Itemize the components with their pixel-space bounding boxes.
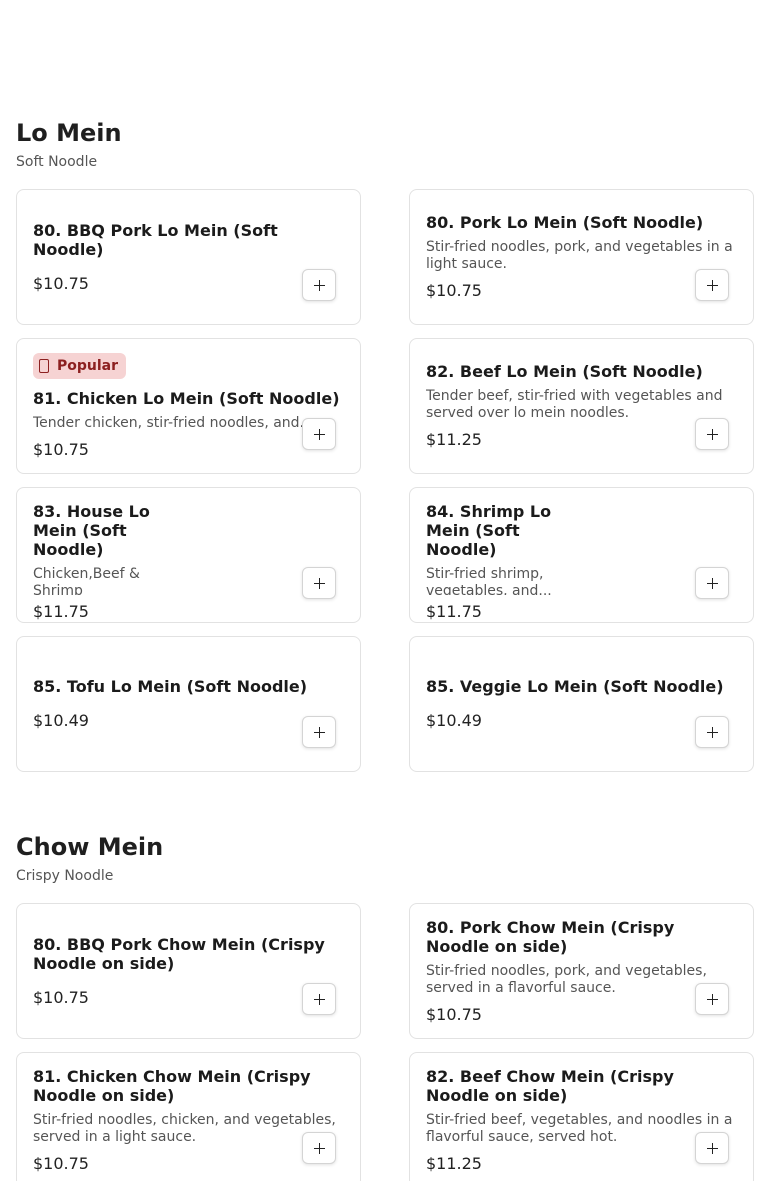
menu-item-card[interactable]: 85. Veggie Lo Mein (Soft Noodle) $10.49	[409, 636, 754, 772]
add-to-cart-button[interactable]	[695, 418, 729, 450]
plus-icon	[706, 993, 718, 1005]
item-price: $11.25	[426, 430, 482, 449]
item-name: 83. House Lo Mein (Soft Noodle)	[33, 502, 150, 559]
item-name: 84. Shrimp Lo Mein (Soft Noodle)	[426, 502, 552, 559]
add-to-cart-button[interactable]	[302, 269, 336, 301]
flame-icon	[39, 358, 49, 373]
section-header-chow-mein: Chow Mein Crispy Noodle	[16, 832, 754, 885]
item-price: $11.75	[426, 602, 482, 621]
plus-icon	[313, 726, 325, 738]
item-price: $10.75	[33, 1153, 89, 1173]
menu-item-card[interactable]: 80. BBQ Pork Chow Mein (Crispy Noodle on…	[16, 903, 361, 1039]
item-description: Tender chicken, stir-fried noodles, and.…	[33, 414, 304, 431]
add-to-cart-button[interactable]	[302, 983, 336, 1015]
plus-icon	[313, 577, 325, 589]
menu-item-card[interactable]: 85. Tofu Lo Mein (Soft Noodle) $10.49	[16, 636, 361, 772]
item-name: 81. Chicken Lo Mein (Soft Noodle)	[33, 388, 340, 408]
add-to-cart-button[interactable]	[302, 418, 336, 450]
add-to-cart-button[interactable]	[695, 567, 729, 599]
item-description: Chicken,Beef & Shrimp	[33, 566, 140, 595]
add-to-cart-button[interactable]	[302, 1132, 336, 1164]
item-name: 82. Beef Chow Mein (Crispy Noodle on sid…	[426, 1066, 674, 1105]
section-subtitle: Crispy Noodle	[16, 868, 114, 884]
item-price: $11.75	[33, 602, 89, 621]
add-to-cart-button[interactable]	[695, 983, 729, 1015]
plus-icon	[706, 428, 718, 440]
menu-item-card[interactable]: 82. Beef Lo Mein (Soft Noodle) Tender be…	[409, 338, 754, 474]
item-price: $11.25	[426, 1153, 482, 1173]
menu-item-card[interactable]: 83. House Lo Mein (Soft Noodle) Chicken,…	[16, 487, 361, 623]
menu-item-card[interactable]: 80. Pork Chow Mein (Crispy Noodle on sid…	[409, 903, 754, 1039]
popular-badge: Popular	[33, 352, 127, 379]
item-name: 85. Tofu Lo Mein (Soft Noodle)	[33, 677, 308, 696]
item-price: $10.75	[33, 439, 89, 459]
menu-item-card[interactable]: 80. BBQ Pork Lo Mein (Soft Noodle) $10.7…	[16, 189, 361, 325]
section-subtitle: Soft Noodle	[16, 154, 98, 170]
add-to-cart-button[interactable]	[302, 716, 336, 748]
item-name: 80. BBQ Pork Lo Mein (Soft Noodle)	[33, 220, 278, 259]
item-name: 80. Pork Lo Mein (Soft Noodle)	[426, 213, 704, 232]
menu-item-card[interactable]: Popular 81. Chicken Lo Mein (Soft Noodle…	[16, 338, 361, 474]
item-price: $10.75	[33, 273, 89, 293]
item-name: 80. Pork Chow Mein (Crispy Noodle on sid…	[426, 917, 675, 956]
menu-item-card[interactable]: 82. Beef Chow Mein (Crispy Noodle on sid…	[409, 1052, 754, 1181]
item-description: Stir-fried noodles, pork, and vegetables…	[426, 239, 733, 272]
badge-label: Popular	[57, 357, 119, 374]
item-name: 81. Chicken Chow Mein (Crispy Noodle on …	[33, 1066, 311, 1105]
add-to-cart-button[interactable]	[695, 716, 729, 748]
item-description: Stir-fried shrimp, vegetables, and...	[426, 566, 552, 595]
plus-icon	[706, 726, 718, 738]
item-price: $10.49	[33, 711, 89, 730]
item-description: Stir-fried beef, vegetables, and noodles…	[426, 1111, 733, 1145]
menu-item-card[interactable]: 84. Shrimp Lo Mein (Soft Noodle) Stir-fr…	[409, 487, 754, 623]
menu-item-card[interactable]: 81. Chicken Chow Mein (Crispy Noodle on …	[16, 1052, 361, 1181]
item-name: 85. Veggie Lo Mein (Soft Noodle)	[426, 677, 724, 696]
section-title: Lo Mein	[16, 119, 122, 147]
item-price: $10.49	[426, 711, 482, 730]
add-to-cart-button[interactable]	[302, 567, 336, 599]
add-to-cart-button[interactable]	[695, 269, 729, 301]
item-name: 80. BBQ Pork Chow Mein (Crispy Noodle on…	[33, 934, 325, 973]
plus-icon	[313, 279, 325, 291]
item-price: $10.75	[33, 987, 89, 1007]
item-description: Stir-fried noodles, pork, and vegetables…	[426, 962, 707, 996]
section-title: Chow Mein	[16, 833, 164, 861]
item-description: Stir-fried noodles, chicken, and vegetab…	[33, 1111, 336, 1145]
item-name: 82. Beef Lo Mein (Soft Noodle)	[426, 362, 703, 381]
menu-item-card[interactable]: 80. Pork Lo Mein (Soft Noodle) Stir-frie…	[409, 189, 754, 325]
plus-icon	[313, 993, 325, 1005]
item-price: $10.75	[426, 1004, 482, 1024]
plus-icon	[706, 279, 718, 291]
plus-icon	[313, 428, 325, 440]
item-description: Tender beef, stir-fried with vegetables …	[426, 388, 723, 421]
section-header-lo-mein: Lo Mein Soft Noodle	[16, 118, 754, 171]
add-to-cart-button[interactable]	[695, 1132, 729, 1164]
plus-icon	[706, 1142, 718, 1154]
plus-icon	[313, 1142, 325, 1154]
item-price: $10.75	[426, 281, 482, 300]
plus-icon	[706, 577, 718, 589]
